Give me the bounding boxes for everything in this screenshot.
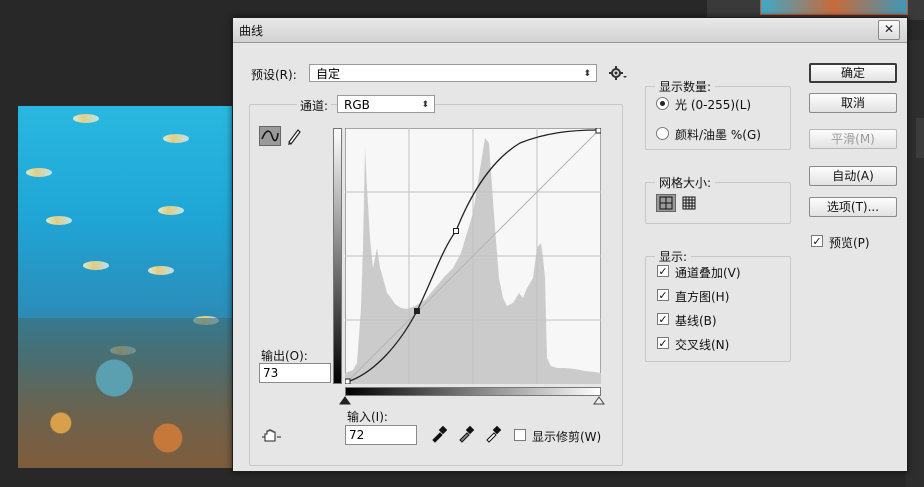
fish [83,261,109,270]
preset-value: 自定 [316,67,341,81]
right-panel-tab [916,118,924,158]
show-clipping-label: 显示修剪(W) [532,430,602,444]
histogram-label: 直方图(H) [675,290,730,304]
channel-select[interactable]: RGB ⬍ [337,95,435,113]
intersection-line-checkbox[interactable]: ✓ [657,337,669,349]
fish [148,266,174,275]
baseline-checkbox[interactable]: ✓ [657,313,669,325]
dialog-title: 曲线 [239,24,264,38]
curves-dialog: 曲线 ✕ 预设(R): 自定 ⬍ 通道: RGB ⬍ 输出(O): 73 输入(… [232,17,908,472]
fish [46,216,72,225]
curve-point[interactable] [453,228,459,234]
gray-eyedropper-icon[interactable] [457,425,475,443]
updown-arrows-icon: ⬍ [421,100,429,110]
intersection-line-label: 交叉线(N) [675,338,730,352]
close-button[interactable]: ✕ [878,20,900,40]
input-field[interactable]: 72 [345,425,417,445]
pigment-radio-label: 颜料/油墨 %(G) [675,128,761,142]
curve-tool-icon[interactable] [259,126,281,146]
smooth-button[interactable]: 平滑(M) [809,129,897,149]
histogram-checkbox[interactable]: ✓ [657,289,669,301]
preset-label: 预设(R): [251,68,297,82]
grid-fine-icon[interactable] [680,195,698,211]
ok-button[interactable]: 确定 [809,63,897,83]
display-amount-title: 显示数量: [655,78,716,95]
right-panel-edge [906,40,924,487]
black-eyedropper-icon[interactable] [430,425,448,443]
background-photo [18,106,232,468]
white-eyedropper-icon[interactable] [484,425,502,443]
preset-select[interactable]: 自定 ⬍ [309,64,597,82]
channel-overlay-checkbox[interactable]: ✓ [657,265,669,277]
curve-point-selected[interactable] [414,308,420,314]
dialog-body: 预设(R): 自定 ⬍ 通道: RGB ⬍ 输出(O): 73 输入(I): 7… [233,43,907,471]
options-button[interactable]: 选项(T)... [809,197,897,217]
cancel-button[interactable]: 取消 [809,93,897,113]
fish [26,168,52,177]
input-label: 输入(I): [347,410,388,424]
auto-button[interactable]: 自动(A) [809,166,897,186]
channel-overlay-label: 通道叠加(V) [675,266,741,280]
fish [73,114,99,123]
updown-arrows-icon: ⬍ [583,69,591,79]
curve-point[interactable] [595,128,601,134]
preview-label: 预览(P) [829,236,870,250]
grid-size-title: 网格大小: [655,174,716,191]
curve-point[interactable] [345,378,351,384]
output-field[interactable]: 73 [259,363,331,383]
pigment-radio[interactable] [656,127,669,140]
black-point-slider[interactable] [339,395,351,405]
show-clipping-checkbox[interactable] [514,429,526,441]
light-radio[interactable] [656,97,669,110]
light-radio-label: 光 (0-255)(L) [675,98,752,112]
channel-label: 通道: [297,97,332,114]
gear-icon[interactable] [609,65,627,81]
input-gradient-bar [345,387,601,396]
show-title: 显示: [655,248,692,265]
dialog-titlebar[interactable]: 曲线 ✕ [233,18,907,43]
output-label: 输出(O): [261,349,308,363]
hand-target-icon[interactable] [261,427,283,445]
baseline-label: 基线(B) [675,314,717,328]
channel-value: RGB [344,98,370,112]
white-point-slider[interactable] [593,395,605,405]
preview-checkbox[interactable]: ✓ [811,235,823,247]
curve-graph[interactable] [345,128,601,384]
fish [163,134,189,143]
pencil-icon[interactable] [285,126,303,146]
grid-coarse-icon[interactable] [656,194,676,212]
image-thumbnail[interactable] [760,0,908,15]
fish [158,206,184,215]
output-gradient-bar [333,128,342,384]
coral-reef [18,318,232,468]
